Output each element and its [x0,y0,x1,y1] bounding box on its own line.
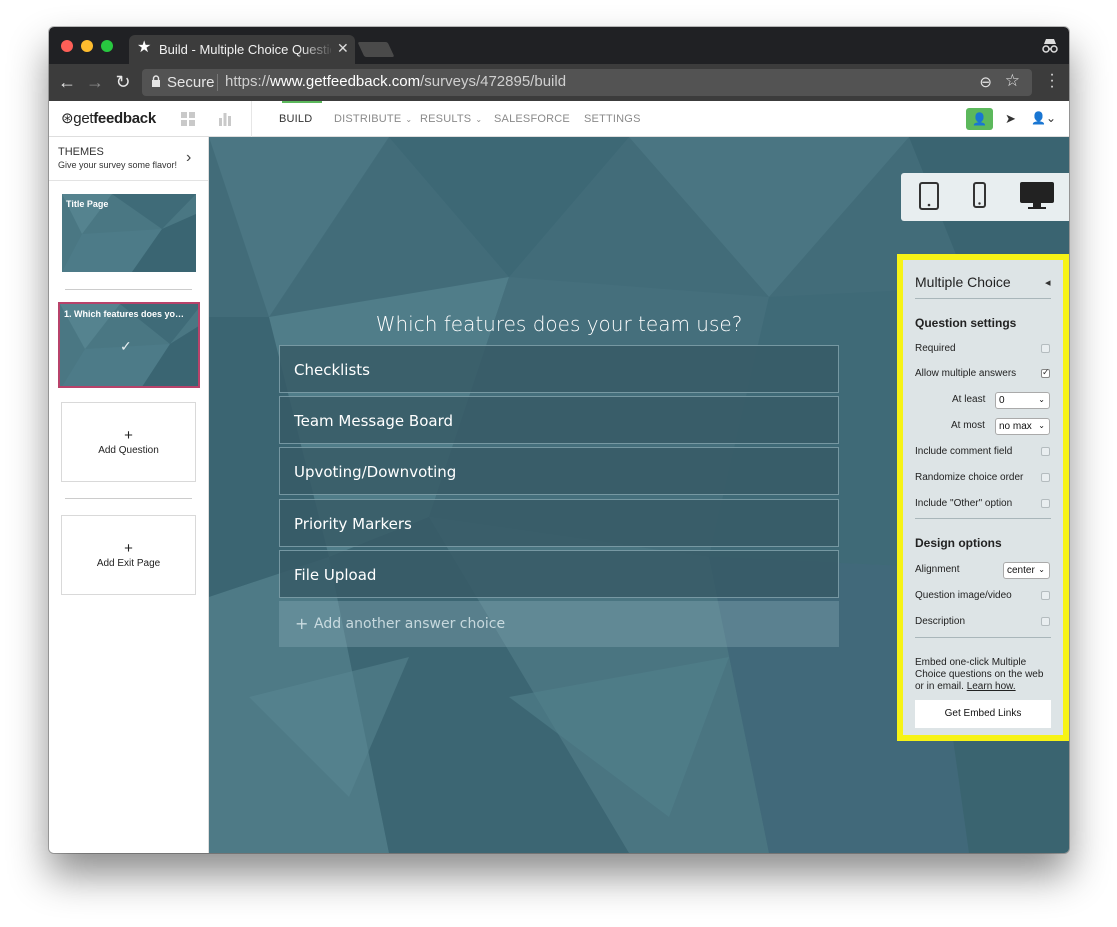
active-nav-indicator [282,101,322,103]
chevron-down-icon: ⌄ [405,115,413,124]
plus-icon: + [124,427,133,444]
close-window-button[interactable] [61,40,73,52]
tab-strip: ★ Build - Multiple Choice Question ✕ [49,27,1069,64]
lock-icon [152,75,160,87]
url-text: https://www.getfeedback.com/surveys/4728… [225,73,567,90]
plus-icon: + [124,540,133,557]
secure-label: Secure [167,74,215,91]
browser-menu-icon[interactable]: · · · [1047,67,1057,95]
tablet-icon[interactable] [919,182,939,210]
at-least-select[interactable]: 0 ⌄ [995,392,1050,409]
embed-info: Embed one-click Multiple Choice question… [915,657,1044,692]
new-tab-button[interactable] [357,42,395,57]
question-image-label: Question image/video [915,590,1012,601]
include-comment-label: Include comment field [915,446,1013,457]
getfeedback-logo[interactable]: ⊛getfeedback [61,109,156,127]
question-title[interactable]: Which features does your team use? [279,312,839,336]
page-thumb-title[interactable]: Title Page [62,194,196,272]
close-tab-icon[interactable]: ✕ [337,40,349,57]
chevron-down-icon: ⌄ [475,115,483,124]
answer-choice[interactable]: Upvoting/Downvoting [279,447,839,495]
add-question-button[interactable]: + Add Question [61,402,196,482]
at-most-label: At most [951,420,985,431]
page-thumb-label: Title Page [66,199,109,209]
add-answer-choice-button[interactable]: + Add another answer choice [279,601,839,647]
incognito-icon [1042,39,1058,53]
analytics-bar-icon[interactable] [218,112,232,126]
alignment-select[interactable]: center ⌄ [1003,562,1050,579]
question-settings-panel: Multiple Choice ◂ Question settings Requ… [897,254,1069,741]
allow-multiple-label: Allow multiple answers [915,368,1017,379]
survey-canvas: Which features does your team use? Check… [209,137,1069,853]
nav-settings[interactable]: SETTINGS [584,113,641,125]
nav-salesforce[interactable]: SALESFORCE [494,113,570,125]
browser-tab[interactable]: ★ Build - Multiple Choice Question ✕ [129,35,355,64]
reload-icon[interactable]: ↻ [113,72,133,92]
app-header: ⊛getfeedback BUILD DISTRIBUTE ⌄ RESULTS ⌄ … [49,101,1069,137]
randomize-checkbox[interactable] [1041,473,1050,482]
panel-title: Multiple Choice [915,274,1011,290]
description-checkbox[interactable] [1041,617,1050,626]
zoom-icon[interactable]: ⊖ [979,73,992,91]
user-menu-icon[interactable]: 👤⌄ [1031,111,1056,125]
star-favicon-icon: ★ [137,39,152,56]
device-preview-toggle [901,173,1069,221]
add-collaborator-button[interactable]: 👤 [966,108,993,130]
dashboard-grid-icon[interactable] [181,112,195,126]
answer-choice[interactable]: File Upload [279,550,839,598]
forward-icon[interactable]: → [85,72,105,92]
include-comment-checkbox[interactable] [1041,447,1050,456]
chevron-right-icon: › [186,149,192,166]
back-icon[interactable]: ← [57,72,77,92]
browser-toolbar: ← → ↻ Secure https://www.getfeedback.com… [49,64,1069,101]
at-least-label: At least [952,394,986,405]
address-bar[interactable]: Secure https://www.getfeedback.com/surve… [142,69,1032,96]
get-embed-links-button[interactable]: Get Embed Links [915,700,1051,728]
page-thumb-label: 1. Which features does your team use? [64,309,188,319]
nav-distribute[interactable]: DISTRIBUTE ⌄ [334,113,412,125]
randomize-label: Randomize choice order [915,472,1024,483]
chevron-down-icon: ⌄ [1038,421,1045,430]
bookmark-star-icon[interactable]: ☆ [1005,71,1020,91]
plus-icon: + [295,614,309,633]
answer-choice[interactable]: Checklists [279,345,839,393]
desktop-icon[interactable] [1019,181,1055,211]
required-checkbox[interactable] [1041,344,1050,353]
themes-subtitle: Give your survey some flavor! [58,160,178,170]
chevron-down-icon: ⌄ [1038,395,1045,404]
page-thumb-question-1[interactable]: 1. Which features does your team use? ✓ [58,302,200,388]
allow-multiple-checkbox[interactable] [1041,367,1050,378]
send-icon[interactable]: ➤ [1005,111,1016,127]
design-options-heading: Design options [915,536,1002,550]
themes-title: THEMES [58,146,104,158]
question-settings-heading: Question settings [915,316,1017,330]
browser-window: ★ Build - Multiple Choice Question ✕ ← →… [49,27,1069,853]
answer-choice[interactable]: Team Message Board [279,396,839,444]
chevron-down-icon: ⌄ [1038,565,1045,574]
phone-icon[interactable] [973,182,986,208]
at-most-select[interactable]: no max ⌄ [995,418,1050,435]
answer-choice[interactable]: Priority Markers [279,499,839,547]
required-label: Required [915,343,956,354]
include-other-label: Include "Other" option [915,498,1013,509]
nav-build[interactable]: BUILD [279,113,312,125]
question-image-checkbox[interactable] [1041,591,1050,600]
themes-panel[interactable]: THEMES Give your survey some flavor! › [49,137,208,181]
maximize-window-button[interactable] [101,40,113,52]
collapse-arrow-icon[interactable]: ◂ [1045,276,1051,289]
pages-sidebar: THEMES Give your survey some flavor! › T… [49,137,209,853]
learn-how-link[interactable]: Learn how. [967,681,1016,692]
description-label: Description [915,616,966,627]
check-icon: ✓ [120,338,132,354]
add-exit-page-button[interactable]: + Add Exit Page [61,515,196,595]
alignment-label: Alignment [915,564,960,575]
include-other-checkbox[interactable] [1041,499,1050,508]
minimize-window-button[interactable] [81,40,93,52]
nav-results[interactable]: RESULTS ⌄ [420,113,482,125]
